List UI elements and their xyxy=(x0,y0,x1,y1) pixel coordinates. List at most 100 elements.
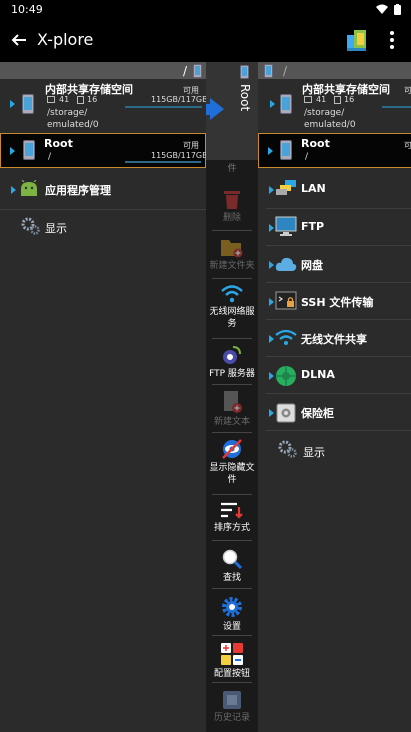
divider xyxy=(212,588,252,589)
lan-item[interactable]: LAN xyxy=(258,174,411,209)
hidden-eye-icon xyxy=(222,439,242,459)
configure-buttons-icon xyxy=(221,643,243,665)
configure-buttons-tool[interactable]: 配置按钮 xyxy=(206,642,258,680)
android-icon xyxy=(21,180,37,196)
right-file-count: 16 xyxy=(344,95,355,104)
dual-pane-button[interactable] xyxy=(344,26,372,54)
storage-size: 115GB/117GB xyxy=(151,95,208,104)
sort-icon xyxy=(221,502,243,519)
wifi-server-label: 无线网络服务 xyxy=(209,307,255,329)
expand-triangle-icon xyxy=(269,186,274,194)
root-size: 115GB/117GB xyxy=(151,151,208,160)
phone-small-icon xyxy=(240,65,249,79)
back-button[interactable] xyxy=(7,28,31,52)
expand-triangle-icon xyxy=(270,100,275,108)
wifi-server-tool[interactable]: 无线网络服务 xyxy=(206,284,258,330)
vertical-root-label: Root xyxy=(238,84,252,112)
battery-icon xyxy=(394,3,401,15)
ftp-server-icon xyxy=(223,346,241,364)
expand-triangle-icon xyxy=(269,335,274,343)
middle-toolbar: 件 删除 新建文件夹 无线网络服务 FTP 服务器 新建文本 显示隐藏文件 排序… xyxy=(206,62,258,732)
left-display-label: 显示 xyxy=(45,222,67,235)
dual-pane-icon xyxy=(347,30,366,51)
ftp-server-tool[interactable]: FTP 服务器 xyxy=(206,344,258,380)
storage-path-line2: emulated/0 xyxy=(47,120,99,130)
left-display-item[interactable]: 显示 xyxy=(0,212,206,240)
ftp-item[interactable]: FTP xyxy=(258,211,411,246)
divider xyxy=(266,245,411,246)
delete-tool[interactable]: 删除 xyxy=(206,188,258,224)
divider xyxy=(266,208,411,209)
right-storage-usage-bar xyxy=(382,106,411,108)
right-path-text: / xyxy=(283,63,288,78)
right-display-item[interactable]: 显示 xyxy=(258,435,411,465)
expand-triangle-icon xyxy=(268,147,273,155)
right-root-drive[interactable]: Root 可用 / xyxy=(258,133,411,168)
sort-tool[interactable]: 排序方式 xyxy=(206,500,258,534)
right-available-label: 可用 xyxy=(404,86,411,95)
storage-path-line1: /storage/ xyxy=(47,108,88,118)
settings-tool[interactable]: 设置 xyxy=(206,595,258,633)
phone-icon xyxy=(193,63,202,78)
history-tool[interactable]: 历史记录 xyxy=(206,690,258,724)
storage-usage-bar xyxy=(125,106,202,108)
expand-triangle-icon xyxy=(269,372,274,380)
divider xyxy=(212,432,252,433)
search-tool[interactable]: 查找 xyxy=(206,548,258,584)
divider xyxy=(212,682,252,683)
divider xyxy=(212,230,252,231)
phone-storage-icon xyxy=(280,94,292,114)
new-text-tool[interactable]: 新建文本 xyxy=(206,390,258,428)
wifi-status-icon xyxy=(376,4,388,14)
left-path-bar[interactable]: / xyxy=(0,62,206,79)
divider xyxy=(212,338,252,339)
new-folder-icon xyxy=(221,240,243,258)
expand-triangle-icon xyxy=(269,261,274,269)
right-folder-count: 41 xyxy=(316,95,327,104)
ssh-item[interactable]: SSH 文件传输 xyxy=(258,285,411,320)
dlna-item[interactable]: DLNA xyxy=(258,359,411,394)
right-path-bar[interactable]: / xyxy=(258,62,411,79)
left-pane: / 内部共享存储空间 可用 41 16 115GB/117GB /storage… xyxy=(0,62,208,732)
app-title: X-plore xyxy=(37,30,94,49)
phone-root-icon xyxy=(23,140,35,160)
right-pane: / 内部共享存储空间 可用 41 16 /storage/ emulated/0… xyxy=(258,62,411,732)
app-manager-item[interactable]: 应用程序管理 xyxy=(0,173,206,207)
vault-item[interactable]: 保险柜 xyxy=(258,396,411,431)
file-count-icon xyxy=(334,96,341,104)
expand-triangle-icon xyxy=(269,298,274,306)
divider xyxy=(212,540,252,541)
dlna-label: DLNA xyxy=(301,368,335,381)
gear-icon xyxy=(222,597,242,617)
lan-label: LAN xyxy=(301,182,326,195)
more-options-button[interactable] xyxy=(381,28,403,52)
phone-root-icon xyxy=(280,140,292,160)
wifi-sharing-item[interactable]: 无线文件共享 xyxy=(258,322,411,357)
left-path-text: / xyxy=(182,63,187,78)
left-internal-storage[interactable]: 内部共享存储空间 可用 41 16 115GB/117GB /storage/ … xyxy=(0,80,208,130)
app-manager-label: 应用程序管理 xyxy=(45,184,111,197)
expand-triangle-icon xyxy=(10,147,15,155)
new-folder-tool[interactable]: 新建文件夹 xyxy=(206,236,258,272)
divider xyxy=(266,319,411,320)
divider xyxy=(212,278,252,279)
trash-icon xyxy=(224,191,240,209)
left-root-drive[interactable]: Root 可用 / 115GB/117GB xyxy=(0,133,208,168)
right-storage-path-line1: /storage/ xyxy=(304,108,345,118)
expand-triangle-icon xyxy=(10,100,15,108)
folder-count-icon xyxy=(304,96,312,103)
folder-count-icon xyxy=(47,96,55,103)
right-internal-storage[interactable]: 内部共享存储空间 可用 41 16 /storage/ emulated/0 xyxy=(258,80,411,130)
wifi-icon xyxy=(221,285,243,303)
ftp-server-label: FTP 服务器 xyxy=(209,369,255,379)
show-hidden-tool[interactable]: 显示隐藏文件 xyxy=(206,438,258,486)
status-time: 10:49 xyxy=(11,2,43,16)
right-display-label: 显示 xyxy=(303,446,325,459)
cloud-item[interactable]: 网盘 xyxy=(258,248,411,283)
history-label: 历史记录 xyxy=(213,713,250,723)
lan-icon xyxy=(276,180,296,195)
search-icon xyxy=(222,549,243,570)
new-text-label: 新建文本 xyxy=(213,417,250,427)
divider xyxy=(266,356,411,357)
right-root-name: Root xyxy=(301,137,330,150)
